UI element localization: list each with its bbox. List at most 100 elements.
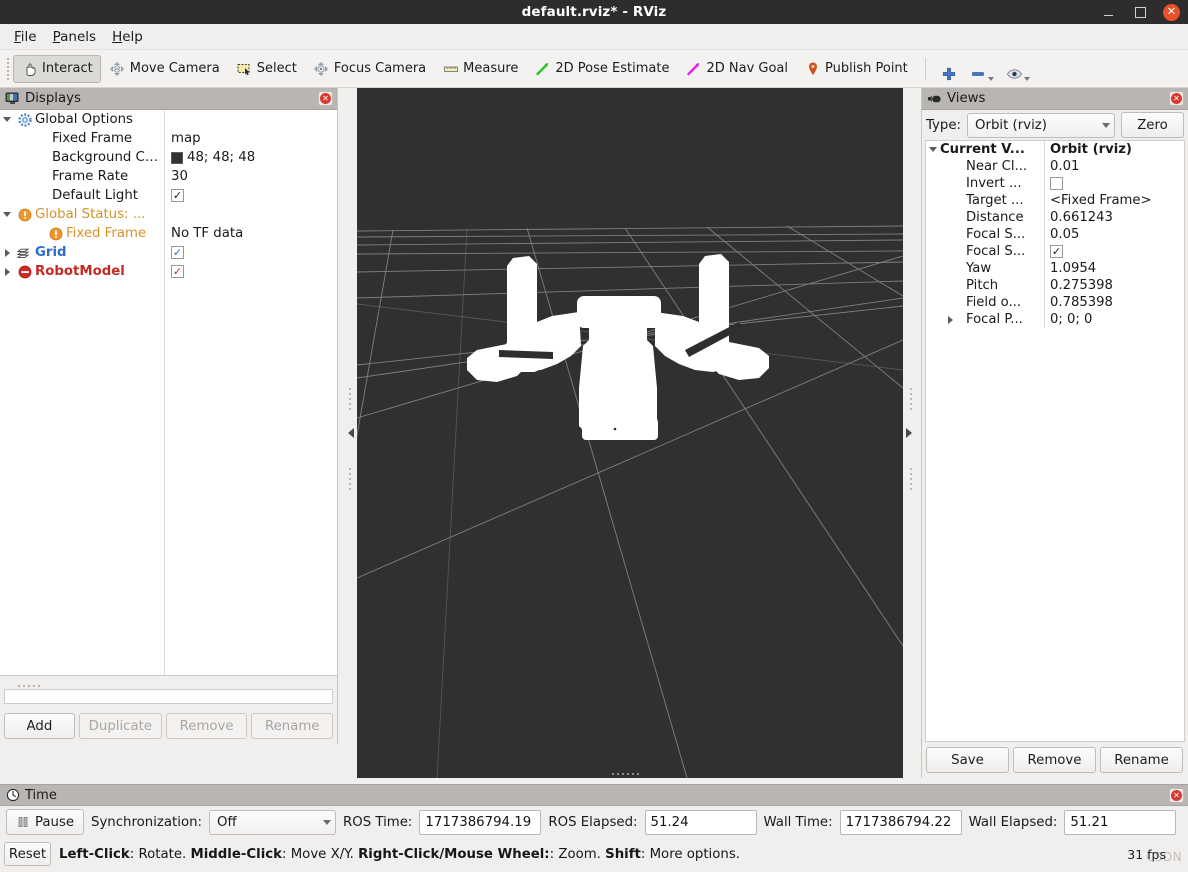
reset-button[interactable]: Reset	[4, 842, 51, 866]
view-tree-row[interactable]: Yaw 1.0954	[926, 260, 1184, 277]
toolbar-grip[interactable]	[4, 57, 11, 81]
view-tree-row[interactable]: Near Cl... 0.01	[926, 158, 1184, 175]
display-enable-checkbox[interactable]: ✓	[171, 246, 184, 259]
view-row-value-cell[interactable]: 0.01	[1044, 158, 1184, 175]
wall-time-field[interactable]: 1717386794.22	[839, 809, 962, 835]
view-row-value-cell[interactable]: 1.0954	[1044, 260, 1184, 277]
collapse-right-arrow-icon[interactable]	[906, 428, 912, 438]
right-splitter[interactable]	[903, 88, 915, 778]
display-row-value-cell[interactable]: ✓	[164, 243, 337, 262]
expander-closed-icon[interactable]	[0, 267, 14, 276]
view-tree-row[interactable]: Distance 0.661243	[926, 209, 1184, 226]
displays-splitter[interactable]	[4, 682, 333, 689]
view-tree-row[interactable]: Current V... Orbit (rviz)	[926, 141, 1184, 158]
rename-view-button[interactable]: Rename	[1100, 747, 1183, 773]
view-row-value-cell[interactable]: 0.275398	[1044, 277, 1184, 294]
displays-tree[interactable]: Global Options Fixed Frame map Background C…	[0, 110, 337, 676]
display-row-value-cell[interactable]: ✓	[164, 262, 337, 281]
menu-panels[interactable]: Panels	[45, 27, 104, 47]
expander-closed-icon[interactable]	[0, 248, 14, 257]
view-option-checkbox[interactable]: ✓	[1050, 245, 1063, 258]
view-tree-row[interactable]: Focal S... ✓	[926, 243, 1184, 260]
display-row-value-cell[interactable]: ✓	[164, 186, 337, 205]
visibility-button[interactable]	[1000, 55, 1036, 83]
remove-display-button[interactable]: Remove	[165, 713, 248, 739]
chevron-down-icon[interactable]	[1023, 76, 1030, 81]
tool-measure[interactable]: Measure	[434, 55, 526, 83]
views-close-button[interactable]: ✕	[1169, 91, 1184, 106]
display-enable-checkbox[interactable]: ✓	[171, 265, 184, 278]
add-tool-button[interactable]	[935, 55, 964, 83]
display-row-value-cell[interactable]: map	[164, 129, 337, 148]
color-swatch[interactable]	[171, 151, 183, 164]
tool-interact[interactable]: Interact	[13, 54, 101, 83]
save-view-button[interactable]: Save	[926, 747, 1009, 773]
rename-display-button[interactable]: Rename	[251, 713, 333, 739]
menu-help[interactable]: Help	[104, 27, 151, 47]
ros-elapsed-field[interactable]: 51.24	[644, 809, 757, 835]
view-row-value-cell[interactable]	[1044, 175, 1184, 192]
add-display-button[interactable]: Add	[4, 713, 75, 739]
display-tree-row[interactable]: Default Light ✓	[0, 186, 337, 205]
viewport-bottom-splitter[interactable]	[612, 773, 639, 775]
time-close-button[interactable]: ✕	[1169, 787, 1184, 803]
display-tree-row[interactable]: Grid ✓	[0, 243, 337, 262]
pause-button[interactable]: Pause	[6, 809, 84, 835]
view-row-value-cell[interactable]: 0.661243	[1044, 209, 1184, 226]
display-enable-checkbox[interactable]: ✓	[171, 189, 184, 202]
view-row-value-cell[interactable]: 0.05	[1044, 226, 1184, 243]
chevron-down-icon[interactable]	[987, 76, 994, 81]
tool-2d-pose-estimate[interactable]: 2D Pose Estimate	[526, 55, 677, 83]
ros-time-field[interactable]: 1717386794.19	[419, 809, 542, 835]
tool-select[interactable]: Select	[228, 55, 305, 83]
expander-open-icon[interactable]	[0, 212, 14, 217]
minimize-button[interactable]	[1099, 3, 1117, 21]
menu-file[interactable]: File	[6, 27, 45, 47]
view-row-value-cell[interactable]: <Fixed Frame>	[1044, 192, 1184, 209]
display-tree-row[interactable]: Fixed Frame No TF data	[0, 224, 337, 243]
display-tree-row[interactable]: Global Options	[0, 110, 337, 129]
display-row-value-cell[interactable]: 48; 48; 48	[164, 148, 337, 167]
close-window-button[interactable]: ✕	[1163, 3, 1180, 21]
view-row-value-cell[interactable]: 0.785398	[1044, 294, 1184, 311]
view-row-value-cell[interactable]: 0; 0; 0	[1044, 311, 1184, 328]
expander-open-icon[interactable]	[0, 117, 14, 122]
view-row-value-cell[interactable]: Orbit (rviz)	[1044, 141, 1184, 158]
tool-move-camera[interactable]: Move Camera	[101, 55, 228, 83]
displays-close-button[interactable]: ✕	[318, 91, 333, 106]
3d-render-viewport[interactable]	[357, 88, 903, 778]
tool-publish-point[interactable]: Publish Point	[796, 55, 916, 83]
views-type-select[interactable]: Orbit (rviz)	[967, 112, 1116, 138]
view-option-checkbox[interactable]	[1050, 177, 1063, 190]
display-tree-row[interactable]: Global Status: ...	[0, 205, 337, 224]
remove-tool-button[interactable]	[964, 55, 1000, 83]
display-tree-row[interactable]: Background Color 48; 48; 48	[0, 148, 337, 167]
sync-select[interactable]: Off	[209, 809, 336, 835]
display-tree-row[interactable]: Fixed Frame map	[0, 129, 337, 148]
view-tree-row[interactable]: Pitch 0.275398	[926, 277, 1184, 294]
display-row-value-cell[interactable]	[164, 110, 337, 129]
view-tree-row[interactable]: Field o... 0.785398	[926, 294, 1184, 311]
view-tree-row[interactable]: Target ... <Fixed Frame>	[926, 192, 1184, 209]
maximize-button[interactable]	[1131, 3, 1149, 21]
view-tree-row[interactable]: Focal S... 0.05	[926, 226, 1184, 243]
wall-elapsed-field[interactable]: 51.21	[1064, 809, 1177, 835]
remove-view-button[interactable]: Remove	[1013, 747, 1096, 773]
display-tree-row[interactable]: Frame Rate 30	[0, 167, 337, 186]
view-row-value-cell[interactable]: ✓	[1044, 243, 1184, 260]
expander-closed-icon[interactable]	[943, 315, 957, 324]
expander-open-icon[interactable]	[926, 147, 940, 152]
display-row-value-cell[interactable]: No TF data	[164, 224, 337, 243]
display-row-value-cell[interactable]: 30	[164, 167, 337, 186]
display-row-value-cell[interactable]	[164, 205, 337, 224]
views-tree[interactable]: Current V... Orbit (rviz) Near Cl... 0.01 In…	[925, 140, 1185, 742]
collapse-left-arrow-icon[interactable]	[348, 428, 354, 438]
view-tree-row[interactable]: Focal P... 0; 0; 0	[926, 311, 1184, 328]
display-tree-row[interactable]: RobotModel ✓	[0, 262, 337, 281]
view-tree-row[interactable]: Invert ...	[926, 175, 1184, 192]
duplicate-display-button[interactable]: Duplicate	[78, 713, 162, 739]
left-splitter[interactable]	[345, 88, 357, 778]
tool-focus-camera[interactable]: Focus Camera	[305, 55, 434, 83]
tool-2d-nav-goal[interactable]: 2D Nav Goal	[677, 55, 796, 83]
zero-button[interactable]: Zero	[1121, 112, 1184, 138]
